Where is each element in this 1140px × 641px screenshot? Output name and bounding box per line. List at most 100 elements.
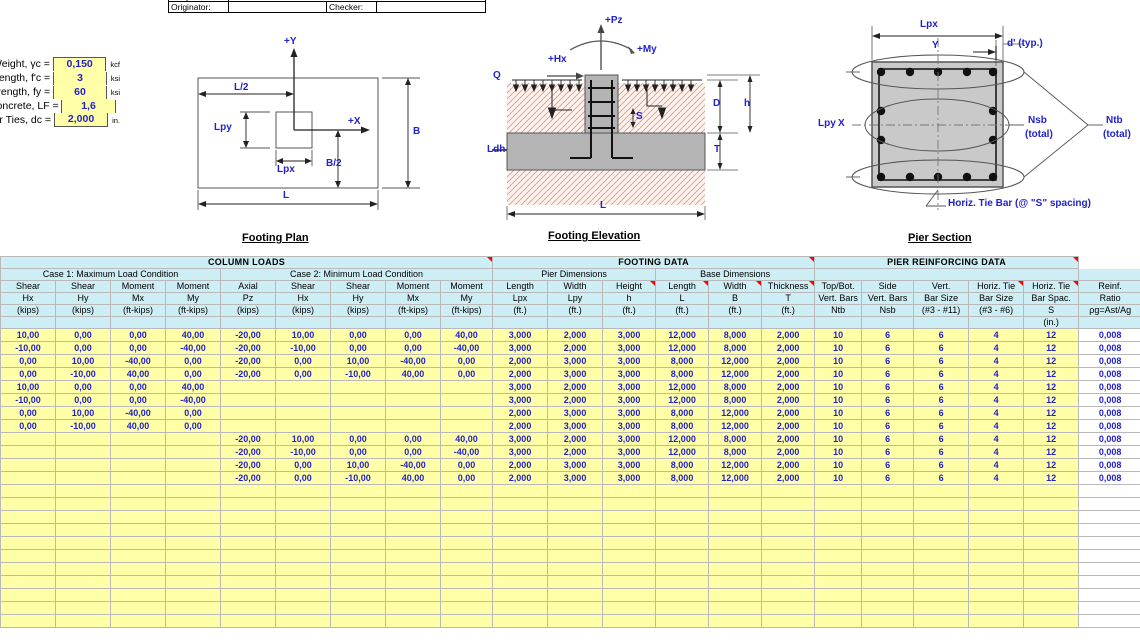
cell-r21-c13[interactable] — [708, 601, 763, 615]
cell-r13-c14[interactable] — [761, 497, 816, 511]
cell-r5-c5[interactable] — [275, 393, 331, 407]
cell-r10-c17[interactable]: 6 — [913, 458, 970, 472]
cell-r11-c1[interactable] — [55, 471, 111, 485]
cell-r0-c10[interactable]: 2,000 — [547, 328, 604, 342]
cell-r19-c1[interactable] — [55, 575, 111, 589]
cell-r7-c20[interactable]: 0,008 — [1078, 419, 1140, 433]
cell-r15-c3[interactable] — [165, 523, 221, 537]
cell-r16-c9[interactable] — [492, 536, 549, 550]
cell-r10-c2[interactable] — [110, 458, 166, 472]
cell-r14-c14[interactable] — [761, 510, 816, 524]
cell-r2-c8[interactable]: 0,00 — [439, 354, 494, 368]
cell-r0-c4[interactable]: -20,00 — [220, 328, 276, 342]
cell-r21-c3[interactable] — [165, 601, 221, 615]
cell-r7-c19[interactable]: 12 — [1023, 419, 1080, 433]
cell-r6-c13[interactable]: 12,000 — [708, 406, 763, 420]
cell-r20-c16[interactable] — [861, 588, 915, 602]
cell-r9-c13[interactable]: 8,000 — [708, 445, 763, 459]
cell-r9-c4[interactable]: -20,00 — [220, 445, 276, 459]
cell-r19-c13[interactable] — [708, 575, 763, 589]
cell-r8-c13[interactable]: 8,000 — [708, 432, 763, 446]
cell-r5-c13[interactable]: 8,000 — [708, 393, 763, 407]
cell-r14-c9[interactable] — [492, 510, 549, 524]
cell-r12-c0[interactable] — [0, 484, 56, 498]
cell-r4-c2[interactable]: 0,00 — [110, 380, 166, 394]
cell-r16-c14[interactable] — [761, 536, 816, 550]
cell-r11-c12[interactable]: 8,000 — [655, 471, 710, 485]
cell-r6-c12[interactable]: 8,000 — [655, 406, 710, 420]
cell-r6-c10[interactable]: 3,000 — [547, 406, 604, 420]
cell-r14-c8[interactable] — [439, 510, 494, 524]
cell-r5-c1[interactable]: 0,00 — [55, 393, 111, 407]
cell-r14-c4[interactable] — [220, 510, 276, 524]
cell-r16-c2[interactable] — [110, 536, 166, 550]
cell-r0-c6[interactable]: 0,00 — [330, 328, 386, 342]
cell-r1-c12[interactable]: 12,000 — [655, 341, 710, 355]
cell-r19-c10[interactable] — [547, 575, 604, 589]
subject-value[interactable] — [229, 0, 485, 1]
cell-r18-c5[interactable] — [275, 562, 331, 576]
cell-r22-c18[interactable] — [968, 614, 1025, 628]
cell-r14-c10[interactable] — [547, 510, 604, 524]
cell-r14-c3[interactable] — [165, 510, 221, 524]
cell-r11-c16[interactable]: 6 — [861, 471, 915, 485]
cell-r16-c13[interactable] — [708, 536, 763, 550]
cell-r14-c20[interactable] — [1078, 510, 1140, 524]
cell-r0-c9[interactable]: 3,000 — [492, 328, 549, 342]
cell-r11-c14[interactable]: 2,000 — [761, 471, 816, 485]
cell-r7-c3[interactable]: 0,00 — [165, 419, 221, 433]
cell-r9-c9[interactable]: 3,000 — [492, 445, 549, 459]
cell-r11-c5[interactable]: 0,00 — [275, 471, 331, 485]
cell-r13-c1[interactable] — [55, 497, 111, 511]
cell-r21-c0[interactable] — [0, 601, 56, 615]
cell-r1-c3[interactable]: -40,00 — [165, 341, 221, 355]
cell-r7-c14[interactable]: 2,000 — [761, 419, 816, 433]
cell-r22-c6[interactable] — [330, 614, 386, 628]
cell-r21-c16[interactable] — [861, 601, 915, 615]
cell-r2-c17[interactable]: 6 — [913, 354, 970, 368]
cell-r14-c2[interactable] — [110, 510, 166, 524]
cell-r1-c15[interactable]: 10 — [814, 341, 863, 355]
cell-r18-c0[interactable] — [0, 562, 56, 576]
cell-r16-c16[interactable] — [861, 536, 915, 550]
cell-r12-c12[interactable] — [655, 484, 710, 498]
cell-r18-c2[interactable] — [110, 562, 166, 576]
cell-r4-c15[interactable]: 10 — [814, 380, 863, 394]
cell-r11-c7[interactable]: 40,00 — [385, 471, 441, 485]
cell-r21-c8[interactable] — [439, 601, 494, 615]
cell-r8-c6[interactable]: 0,00 — [330, 432, 386, 446]
cell-r16-c12[interactable] — [655, 536, 710, 550]
cell-r7-c13[interactable]: 12,000 — [708, 419, 763, 433]
cell-r16-c20[interactable] — [1078, 536, 1140, 550]
cell-r5-c2[interactable]: 0,00 — [110, 393, 166, 407]
cell-r19-c6[interactable] — [330, 575, 386, 589]
cell-r3-c13[interactable]: 12,000 — [708, 367, 763, 381]
cell-r11-c9[interactable]: 2,000 — [492, 471, 549, 485]
cell-r6-c7[interactable] — [385, 406, 441, 420]
cell-r4-c17[interactable]: 6 — [913, 380, 970, 394]
cell-r11-c11[interactable]: 3,000 — [602, 471, 657, 485]
cell-r1-c19[interactable]: 12 — [1023, 341, 1080, 355]
cell-r5-c6[interactable] — [330, 393, 386, 407]
cell-r0-c8[interactable]: 40,00 — [439, 328, 494, 342]
cell-r8-c19[interactable]: 12 — [1023, 432, 1080, 446]
cell-r14-c18[interactable] — [968, 510, 1025, 524]
cell-r0-c5[interactable]: 10,00 — [275, 328, 331, 342]
cell-r9-c3[interactable] — [165, 445, 221, 459]
cell-r18-c11[interactable] — [602, 562, 657, 576]
cell-r4-c1[interactable]: 0,00 — [55, 380, 111, 394]
cell-r2-c11[interactable]: 3,000 — [602, 354, 657, 368]
cell-r19-c18[interactable] — [968, 575, 1025, 589]
cell-r13-c15[interactable] — [814, 497, 863, 511]
cell-r21-c9[interactable] — [492, 601, 549, 615]
cell-r3-c15[interactable]: 10 — [814, 367, 863, 381]
cell-r12-c18[interactable] — [968, 484, 1025, 498]
cell-r19-c20[interactable] — [1078, 575, 1140, 589]
cell-r8-c9[interactable]: 3,000 — [492, 432, 549, 446]
cell-r5-c16[interactable]: 6 — [861, 393, 915, 407]
originator-value[interactable] — [229, 2, 327, 12]
cell-r6-c6[interactable] — [330, 406, 386, 420]
cell-r8-c10[interactable]: 2,000 — [547, 432, 604, 446]
cell-r8-c5[interactable]: 10,00 — [275, 432, 331, 446]
cell-r6-c11[interactable]: 3,000 — [602, 406, 657, 420]
